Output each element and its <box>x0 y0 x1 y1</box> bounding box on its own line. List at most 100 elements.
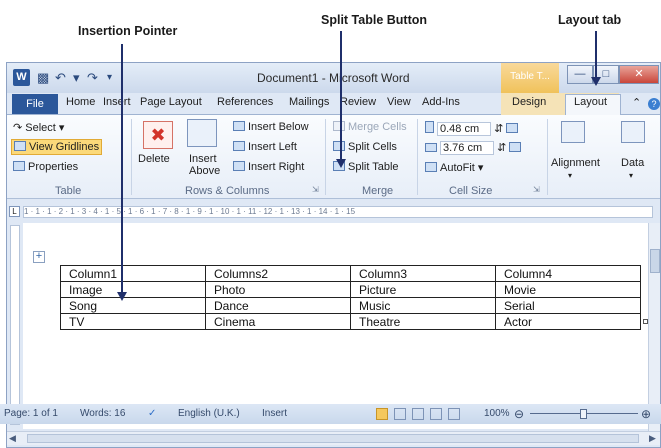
status-page[interactable]: Page: 1 of 1 <box>4 404 58 424</box>
insert-left-icon <box>233 141 245 151</box>
table-cell[interactable]: Column4 <box>495 265 641 282</box>
tab-mailings[interactable]: Mailings <box>289 96 329 108</box>
help-icon[interactable]: ? <box>648 98 660 110</box>
table-cell[interactable]: Picture <box>350 281 496 298</box>
document-table[interactable]: Column1 Columns2 Column3 Column4 Image Photo P… <box>60 265 641 330</box>
spinner-icon[interactable]: ⇵ <box>494 123 503 135</box>
insert-left-button[interactable]: Insert Left <box>233 141 297 153</box>
table-row[interactable]: Column1 Columns2 Column3 Column4 <box>60 265 641 282</box>
close-button[interactable]: ✕ <box>619 65 659 84</box>
tab-page-layout[interactable]: Page Layout <box>140 96 202 108</box>
minimize-button[interactable]: — <box>567 65 593 84</box>
full-screen-view-icon[interactable] <box>394 408 406 420</box>
table-cell[interactable]: Music <box>350 297 496 314</box>
autofit-button[interactable]: AutoFit ▾ <box>425 161 483 174</box>
insert-above-label-1[interactable]: Insert <box>189 153 217 165</box>
outline-view-icon[interactable] <box>430 408 442 420</box>
table-cell[interactable]: Song <box>60 297 206 314</box>
vertical-ruler <box>10 225 20 425</box>
save-icon[interactable]: ▩ <box>37 69 49 86</box>
tab-insert[interactable]: Insert <box>103 96 131 108</box>
horizontal-scroll-thumb[interactable] <box>27 434 639 443</box>
zoom-slider-thumb[interactable] <box>580 409 587 419</box>
document-page[interactable]: + Column1 Columns2 Column3 Column4 Image Phot… <box>23 223 648 429</box>
insert-above-icon <box>187 119 217 147</box>
minimize-ribbon-icon[interactable]: ⌃ <box>632 96 641 109</box>
status-words[interactable]: Words: 16 <box>80 404 125 424</box>
proofing-icon[interactable]: ✓ <box>148 404 156 424</box>
alignment-dropdown-icon[interactable]: ▾ <box>568 171 572 180</box>
table-cell[interactable]: Cinema <box>205 313 351 330</box>
distribute-columns-icon[interactable] <box>509 142 522 152</box>
data-dropdown-icon[interactable]: ▾ <box>629 171 633 180</box>
table-cell[interactable]: Column3 <box>350 265 496 282</box>
insert-right-button[interactable]: Insert Right <box>233 161 304 173</box>
table-cell[interactable]: Columns2 <box>205 265 351 282</box>
tab-references[interactable]: References <box>217 96 273 108</box>
tab-add-ins[interactable]: Add-Ins <box>422 96 460 108</box>
table-row[interactable]: Song Dance Music Serial <box>60 297 641 314</box>
word-app-icon[interactable]: W <box>13 69 30 86</box>
vertical-scroll-thumb[interactable] <box>650 249 660 273</box>
zoom-in-icon[interactable]: ⊕ <box>641 404 651 424</box>
split-cells-button[interactable]: Split Cells <box>333 141 397 153</box>
scroll-left-icon[interactable]: ◀ <box>9 433 16 444</box>
table-cell[interactable]: Photo <box>205 281 351 298</box>
table-row[interactable]: Image Photo Picture Movie <box>60 281 641 298</box>
tab-view[interactable]: View <box>387 96 411 108</box>
tab-design[interactable]: Design <box>512 96 546 108</box>
status-insert-mode[interactable]: Insert <box>262 404 287 424</box>
zoom-out-icon[interactable]: ⊖ <box>514 404 524 424</box>
group-label-cell-size: Cell Size <box>449 185 493 197</box>
table-cell[interactable]: Movie <box>495 281 641 298</box>
dropdown-arrow-icon[interactable]: ▾ <box>73 69 80 86</box>
draft-view-icon[interactable] <box>448 408 460 420</box>
ruler-strip[interactable]: 1 · 1 · 1 · 2 · 1 · 3 · 4 · 1 · 5 · 1 · … <box>23 206 653 218</box>
undo-icon[interactable]: ↶ <box>55 69 66 86</box>
rows-columns-launcher-icon[interactable]: ⇲ <box>312 185 319 194</box>
data-button[interactable]: Data <box>621 157 644 169</box>
alignment-button[interactable]: Alignment <box>551 157 600 169</box>
column-width-field[interactable]: 3.76 cm ⇵ <box>425 141 524 155</box>
view-gridlines-button[interactable]: View Gridlines <box>11 139 103 155</box>
table-cell[interactable]: Actor <box>495 313 641 330</box>
column-width-input[interactable]: 3.76 cm <box>440 141 494 155</box>
table-row[interactable]: TV Cinema Theatre Actor <box>60 313 641 330</box>
status-language[interactable]: English (U.K.) <box>178 404 240 424</box>
horizontal-scrollbar[interactable]: ◀ ▶ <box>7 431 660 445</box>
insert-above-label-2[interactable]: Above <box>189 165 220 177</box>
properties-button[interactable]: Properties <box>13 161 78 173</box>
distribute-rows-icon[interactable] <box>506 123 519 133</box>
vertical-scrollbar[interactable] <box>648 223 660 433</box>
table-cell[interactable]: TV <box>60 313 206 330</box>
insertion-pointer-arrow-line <box>121 44 123 294</box>
split-table-arrow-line <box>340 31 342 161</box>
table-cell[interactable]: Image <box>60 281 206 298</box>
delete-button[interactable]: Delete <box>138 153 170 165</box>
table-cell[interactable]: Serial <box>495 297 641 314</box>
cell-size-launcher-icon[interactable]: ⇲ <box>533 185 540 194</box>
status-zoom-level[interactable]: 100% <box>484 404 510 424</box>
web-layout-view-icon[interactable] <box>412 408 424 420</box>
tab-layout[interactable]: Layout <box>574 96 607 108</box>
spinner-icon[interactable]: ⇵ <box>497 142 506 154</box>
merge-cells-button[interactable]: Merge Cells <box>333 121 407 133</box>
scroll-right-icon[interactable]: ▶ <box>649 433 656 444</box>
tab-review[interactable]: Review <box>340 96 376 108</box>
select-button[interactable]: ↷ Select ▾ <box>13 121 64 134</box>
row-height-field[interactable]: 0.48 cm ⇵ <box>425 121 521 136</box>
row-height-input[interactable]: 0.48 cm <box>437 122 491 136</box>
redo-icon[interactable]: ↷ <box>87 69 98 86</box>
insert-below-button[interactable]: Insert Below <box>233 121 309 133</box>
tab-selector-icon[interactable]: L <box>9 206 20 217</box>
tab-home[interactable]: Home <box>66 96 95 108</box>
table-tools-context-title: Table T... <box>501 63 559 93</box>
customize-quick-access-icon[interactable]: ▾ <box>107 69 112 86</box>
tab-file[interactable]: File <box>12 94 58 114</box>
table-cell[interactable]: Dance <box>205 297 351 314</box>
group-separator <box>417 119 418 195</box>
table-move-handle-icon[interactable]: + <box>33 251 45 263</box>
table-cell[interactable]: Column1 <box>60 265 206 282</box>
table-cell[interactable]: Theatre <box>350 313 496 330</box>
print-layout-view-icon[interactable] <box>376 408 388 420</box>
